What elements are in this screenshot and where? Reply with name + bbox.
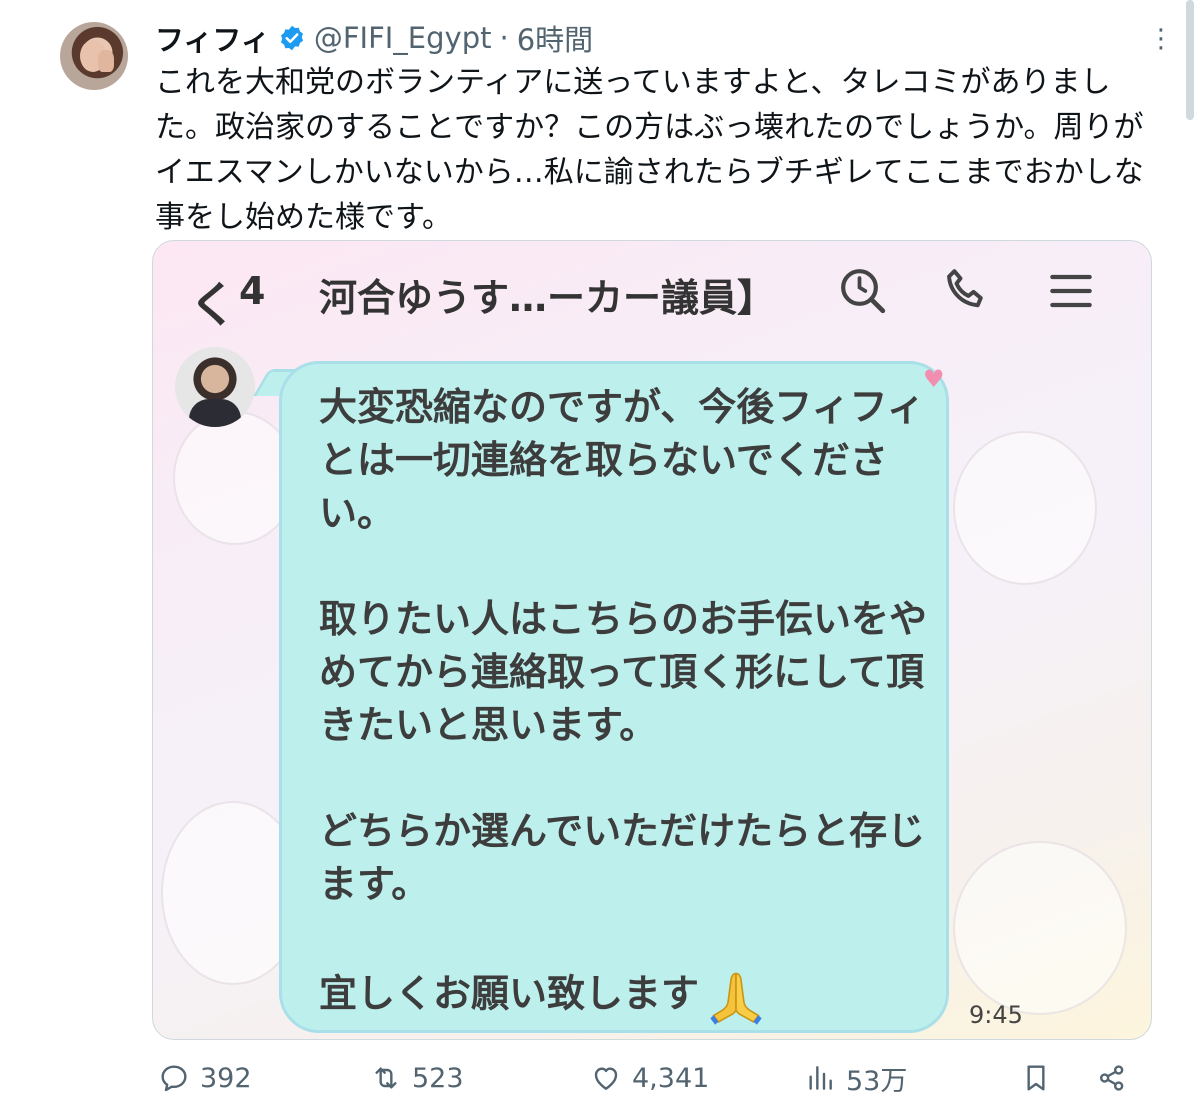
- verified-badge-icon: [280, 25, 303, 51]
- timestamp[interactable]: 6時間: [517, 17, 593, 59]
- display-name[interactable]: フィフィ: [155, 17, 270, 59]
- view-count: 53万: [846, 1065, 908, 1097]
- reply-icon: [161, 1065, 187, 1092]
- analytics-icon: [809, 1066, 832, 1090]
- reply-button[interactable]: 392: [158, 1056, 252, 1100]
- message-text: 大変恐縮なのですが、今後フィフィとは一切連絡を取らないでください。 取りたい人は…: [319, 381, 929, 1028]
- more-options-icon[interactable]: ⋮: [1148, 24, 1174, 54]
- like-count: 4,341: [632, 1062, 710, 1094]
- chat-title: 河合ゆうす…ーカー議員】: [319, 276, 776, 320]
- tweet-text: これを大和党のボランティアに送っていますよと、タレコミがありました。政治家のする…: [155, 65, 1144, 235]
- scrollbar[interactable]: [1186, 0, 1194, 120]
- tweet-image[interactable]: く 4 河合ゆうす…ーカー議員】 ♥ 大変恐縮なのですが、今後フィフィとは一切連…: [152, 240, 1152, 1040]
- heart-outline-icon: [594, 1067, 618, 1090]
- chat-header: く 4 河合ゆうす…ーカー議員】: [153, 241, 1151, 341]
- retweet-icon: [375, 1067, 397, 1089]
- menu-icon[interactable]: [1043, 263, 1099, 319]
- sender-avatar[interactable]: [175, 347, 255, 427]
- message-time: 9:45: [969, 1001, 1023, 1029]
- wallpaper-character-icon: [953, 431, 1097, 585]
- phone-icon[interactable]: [939, 263, 995, 319]
- avatar-hand: [98, 50, 114, 72]
- bookmark-button[interactable]: [1020, 1056, 1052, 1100]
- tweet-header: フィフィ @FIFI_Egypt · 6時間: [155, 18, 593, 58]
- retweet-button[interactable]: 523: [370, 1056, 464, 1100]
- unread-count: 4: [239, 269, 266, 313]
- author-avatar[interactable]: [60, 22, 128, 90]
- user-handle[interactable]: @FIFI_Egypt: [314, 21, 492, 55]
- views-button[interactable]: 53万: [804, 1056, 907, 1100]
- share-button[interactable]: [1096, 1056, 1128, 1100]
- share-icon: [1100, 1065, 1124, 1091]
- avatar-suit: [189, 399, 241, 427]
- search-icon[interactable]: [835, 263, 891, 319]
- retweet-count: 523: [412, 1062, 464, 1094]
- folded-hands-emoji-icon: [710, 972, 762, 1025]
- separator-dot: ·: [499, 21, 509, 55]
- tweet-actions: 392 523 4,341 53万: [0, 1056, 1200, 1100]
- back-chevron-icon[interactable]: く: [189, 265, 237, 335]
- wallpaper-character-icon: [953, 841, 1127, 1015]
- reply-count: 392: [200, 1062, 252, 1094]
- like-button[interactable]: 4,341: [590, 1056, 709, 1100]
- bookmark-icon: [1027, 1065, 1045, 1091]
- message-body: 大変恐縮なのですが、今後フィフィとは一切連絡を取らないでください。 取りたい人は…: [319, 385, 928, 1016]
